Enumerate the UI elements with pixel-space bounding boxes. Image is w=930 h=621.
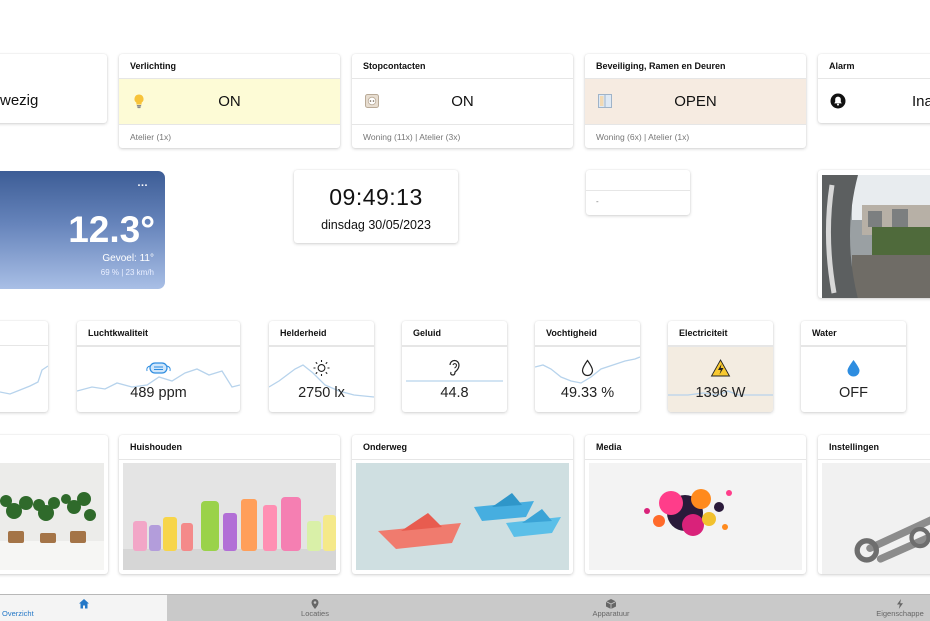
air-mask-icon bbox=[146, 362, 171, 374]
weather-card[interactable]: … 12.3° Gevoel: 11° 69 % | 23 km/h bbox=[0, 171, 165, 289]
nav-label: Locaties bbox=[301, 609, 329, 618]
alarm-state: Ina bbox=[912, 93, 930, 110]
humidity-wind: 69 % | 23 km/h bbox=[100, 268, 154, 277]
camera-card[interactable] bbox=[818, 170, 930, 298]
lighting-card[interactable]: Verlichting ON Atelier (1x) bbox=[119, 54, 340, 148]
nav-eigenschappen[interactable]: Eigenschappe bbox=[860, 595, 930, 621]
category-tile-onderweg[interactable]: Onderweg bbox=[352, 435, 573, 574]
sparkline-chart bbox=[668, 390, 773, 396]
air-quality-value: 489 ppm bbox=[130, 385, 187, 401]
brightness-card[interactable]: Helderheid 2750 lx bbox=[269, 321, 374, 412]
nav-label: Overzicht bbox=[2, 609, 34, 618]
security-state: OPEN bbox=[674, 93, 717, 110]
tile-title: Onderweg bbox=[352, 435, 573, 460]
sparkline-chart bbox=[535, 356, 640, 384]
security-locations: Woning (6x) | Atelier (1x) bbox=[585, 124, 806, 148]
card-title: Water bbox=[801, 321, 906, 346]
outlets-toggle[interactable]: ON bbox=[352, 79, 573, 124]
nav-overzicht[interactable]: Overzicht bbox=[0, 595, 167, 621]
alarm-card[interactable]: Alarm Ina bbox=[818, 54, 930, 123]
bell-icon bbox=[830, 93, 846, 109]
household-image bbox=[123, 463, 336, 570]
tile-title: Huishouden bbox=[119, 435, 340, 460]
plants-image bbox=[0, 463, 104, 570]
category-tile-media[interactable]: Media bbox=[585, 435, 806, 574]
security-toggle[interactable]: OPEN bbox=[585, 79, 806, 124]
card-title: Stopcontacten bbox=[352, 54, 573, 79]
clock-card: 09:49:13 dinsdag 30/05/2023 bbox=[294, 170, 458, 243]
info-value: - bbox=[596, 197, 599, 206]
feels-like: Gevoel: 11° bbox=[102, 253, 154, 264]
card-title: Electriciteit bbox=[668, 321, 773, 346]
tile-title: Instellingen bbox=[818, 435, 930, 460]
category-tile-instellingen[interactable]: Instellingen bbox=[818, 435, 930, 574]
bottom-navigation: Overzicht Locaties Apparatuur Eigenschap… bbox=[0, 594, 930, 621]
electricity-value: 1396 W bbox=[695, 385, 746, 401]
card-title: Beveiliging, Ramen en Deuren bbox=[585, 54, 806, 79]
card-title: Helderheid bbox=[269, 321, 374, 346]
card-title: Luchtkwaliteit bbox=[77, 321, 240, 346]
water-card[interactable]: Water OFF bbox=[801, 321, 906, 412]
presence-value: wezig bbox=[0, 92, 39, 109]
nav-locaties[interactable]: Locaties bbox=[230, 595, 400, 621]
card-title: Verlichting bbox=[119, 54, 340, 79]
clock-date: dinsdag 30/05/2023 bbox=[321, 218, 431, 232]
alarm-toggle[interactable]: Ina bbox=[818, 79, 930, 123]
sparkline-chart bbox=[406, 380, 503, 382]
category-tile-huishouden[interactable]: Huishouden bbox=[119, 435, 340, 574]
water-value: OFF bbox=[839, 385, 868, 401]
lighting-state: ON bbox=[218, 93, 241, 110]
travel-image bbox=[356, 463, 569, 570]
lighting-toggle[interactable]: ON bbox=[119, 79, 340, 124]
nav-label: Apparatuur bbox=[592, 609, 630, 618]
settings-image bbox=[822, 463, 930, 574]
droplet-icon bbox=[581, 359, 594, 377]
window-icon bbox=[598, 94, 612, 108]
lighting-locations: Atelier (1x) bbox=[119, 124, 340, 148]
security-card[interactable]: Beveiliging, Ramen en Deuren OPEN Woning… bbox=[585, 54, 806, 148]
media-image bbox=[589, 463, 802, 570]
info-card[interactable]: - bbox=[586, 170, 690, 215]
card-title: Geluid bbox=[402, 321, 507, 346]
high-voltage-icon bbox=[710, 359, 731, 377]
sparkline-chart bbox=[0, 365, 48, 395]
power-outlet-icon bbox=[365, 94, 379, 108]
sound-card[interactable]: Geluid 44.8 bbox=[402, 321, 507, 412]
card-title: Alarm bbox=[818, 54, 930, 79]
clock-time: 09:49:13 bbox=[329, 184, 423, 210]
humidity-card[interactable]: Vochtigheid 49.33 % bbox=[535, 321, 640, 412]
outlets-card[interactable]: Stopcontacten ON Woning (11x) | Atelier … bbox=[352, 54, 573, 148]
humidity-value: 49.33 % bbox=[560, 385, 615, 401]
camera-feed-image[interactable] bbox=[822, 175, 930, 298]
outlets-state: ON bbox=[451, 93, 474, 110]
weather-menu-button[interactable]: … bbox=[137, 177, 149, 189]
sparkline-chart bbox=[269, 364, 374, 398]
tile-title: Media bbox=[585, 435, 806, 460]
nav-label: Eigenschappe bbox=[876, 609, 924, 618]
outlets-locations: Woning (11x) | Atelier (3x) bbox=[352, 124, 573, 148]
lightbulb-icon bbox=[134, 94, 144, 109]
water-drop-icon bbox=[847, 360, 860, 377]
electricity-card[interactable]: Electriciteit 1396 W bbox=[668, 321, 773, 412]
presence-card[interactable]: wezig bbox=[0, 54, 107, 123]
sparkline-chart bbox=[77, 368, 240, 392]
temperature: 12.3° bbox=[68, 209, 155, 250]
nav-apparatuur[interactable]: Apparatuur bbox=[526, 595, 696, 621]
ear-icon bbox=[449, 359, 460, 376]
card-title: Vochtigheid bbox=[535, 321, 640, 346]
air-quality-card[interactable]: Luchtkwaliteit 489 ppm bbox=[77, 321, 240, 412]
sound-value: 44.8 bbox=[440, 385, 469, 401]
brightness-value: 2750 lx bbox=[298, 385, 345, 401]
category-tile-plants[interactable] bbox=[0, 435, 108, 574]
sun-icon bbox=[313, 360, 330, 376]
sensor-card-partial[interactable] bbox=[0, 321, 48, 412]
